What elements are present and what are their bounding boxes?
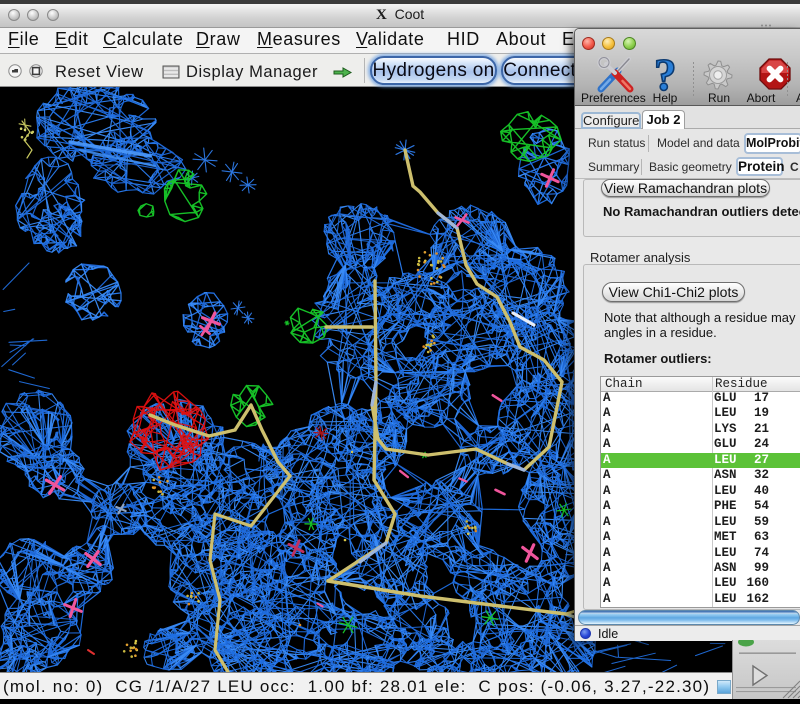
svg-text:?: ? [654, 57, 677, 93]
